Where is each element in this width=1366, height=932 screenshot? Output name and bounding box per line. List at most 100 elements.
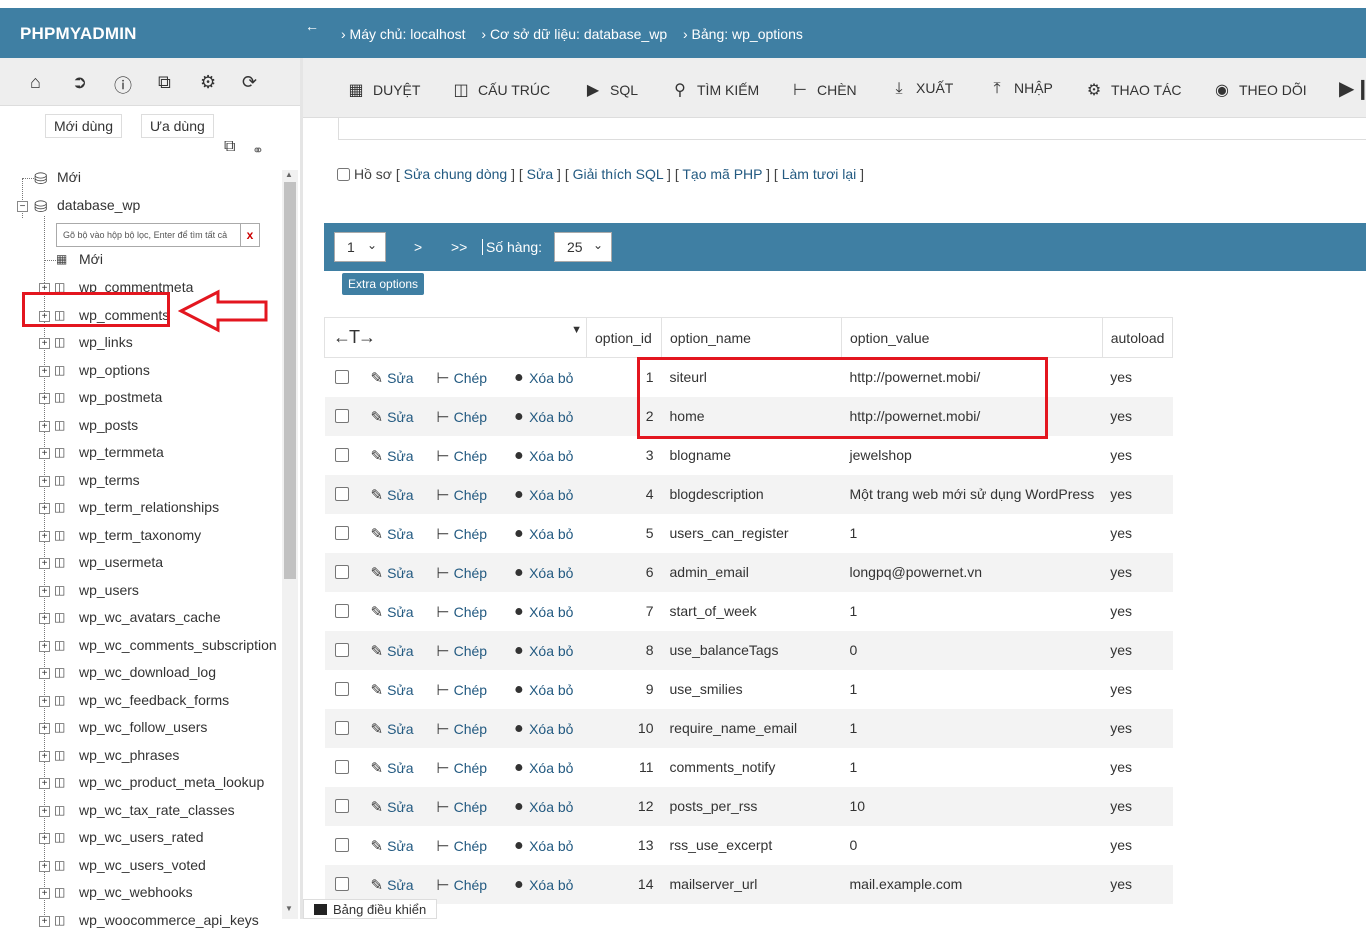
recent-tables-button[interactable]: Mới dùng bbox=[45, 114, 122, 138]
row-checkbox[interactable] bbox=[334, 720, 349, 735]
edit-row-button[interactable]: ✎ Sửa bbox=[371, 564, 414, 582]
cell-autoload[interactable]: yes bbox=[1102, 552, 1173, 592]
scroll-thumb[interactable] bbox=[284, 182, 296, 579]
copy-row-button[interactable]: ⊢ Chép bbox=[437, 759, 488, 777]
cell-option-value[interactable]: 0 bbox=[841, 630, 1103, 670]
row-checkbox[interactable] bbox=[334, 837, 349, 852]
copy-row-button[interactable]: ⊢ Chép bbox=[437, 369, 488, 387]
edit-row-button[interactable]: ✎ Sửa bbox=[371, 642, 414, 660]
cell-option-id[interactable]: 9 bbox=[587, 670, 662, 709]
docs-icon[interactable]: ⧉ bbox=[158, 72, 171, 93]
arrow-left-icon[interactable]: ← bbox=[305, 18, 319, 34]
tab-xuất[interactable]: ⤓ XUẤT bbox=[888, 80, 953, 98]
cell-option-id[interactable]: 12 bbox=[586, 786, 662, 826]
tab-cấu-trúc[interactable]: ◫ CẤU TRÚC bbox=[450, 80, 550, 100]
cell-autoload[interactable]: yes bbox=[1102, 358, 1173, 397]
edit-row-button[interactable]: ✎ Sửa bbox=[371, 369, 414, 387]
copy-row-button[interactable]: ⊢ Chép bbox=[437, 798, 488, 816]
query-link-2[interactable]: Giải thích SQL bbox=[573, 166, 664, 182]
expand-icon[interactable]: + bbox=[39, 530, 50, 542]
delete-row-button[interactable]: ⚫ Xóa bỏ bbox=[513, 681, 574, 699]
edit-row-button[interactable]: ✎ Sửa bbox=[371, 876, 414, 894]
tab-sql[interactable]: ▶ SQL bbox=[582, 80, 638, 100]
cell-option-name[interactable]: require_name_email bbox=[661, 708, 842, 748]
cell-option-value[interactable]: 0 bbox=[842, 826, 1103, 865]
delete-row-button[interactable]: ⚫ Xóa bỏ bbox=[513, 564, 574, 582]
cell-option-name[interactable]: blogname bbox=[662, 436, 842, 475]
expand-icon[interactable]: + bbox=[39, 888, 50, 899]
cell-option-id[interactable]: 7 bbox=[587, 592, 662, 631]
expand-icon[interactable]: + bbox=[39, 640, 50, 652]
query-link-0[interactable]: Sửa chung dòng bbox=[404, 166, 508, 182]
cell-option-name[interactable]: rss_use_excerpt bbox=[662, 826, 842, 865]
expand-icon[interactable]: + bbox=[39, 695, 50, 707]
copy-row-button[interactable]: ⊢ Chép bbox=[437, 603, 488, 621]
favorite-tables-button[interactable]: Ưa dùng bbox=[141, 114, 214, 138]
copy-row-button[interactable]: ⊢ Chép bbox=[437, 447, 488, 465]
expand-icon[interactable]: + bbox=[39, 833, 50, 844]
copy-row-button[interactable]: ⊢ Chép bbox=[437, 837, 488, 855]
cell-option-name[interactable]: mailserver_url bbox=[661, 864, 842, 904]
query-link-1[interactable]: Sửa bbox=[527, 166, 554, 182]
breadcrumb-table[interactable]: › Bảng: wp_options bbox=[683, 26, 803, 42]
expand-icon[interactable]: + bbox=[39, 503, 50, 514]
next-page-button[interactable]: > bbox=[414, 239, 422, 255]
more-tabs-icon[interactable]: ▶❙ bbox=[1339, 76, 1366, 101]
cell-option-value[interactable]: 1 bbox=[842, 670, 1103, 709]
expand-icon[interactable]: + bbox=[39, 778, 50, 789]
cell-autoload[interactable]: yes bbox=[1102, 786, 1173, 826]
cell-option-name[interactable]: use_smilies bbox=[662, 670, 842, 709]
query-link-4[interactable]: Làm tươi lại bbox=[782, 166, 857, 182]
cell-option-value[interactable]: longpq@powernet.vn bbox=[841, 552, 1103, 592]
app-logo[interactable]: PHPMYADMIN bbox=[0, 8, 301, 58]
expand-icon[interactable]: + bbox=[39, 613, 50, 624]
row-checkbox[interactable] bbox=[334, 603, 349, 618]
cell-option-id[interactable]: 8 bbox=[586, 630, 662, 670]
column-toggle-header[interactable]: ←T→ ▼ bbox=[324, 317, 587, 358]
cell-option-name[interactable]: posts_per_rss bbox=[661, 786, 842, 826]
row-checkbox[interactable] bbox=[334, 564, 349, 579]
column-resize-icon[interactable]: ←T→ bbox=[333, 327, 376, 347]
expand-icon[interactable]: + bbox=[39, 585, 50, 597]
copy-row-button[interactable]: ⊢ Chép bbox=[437, 564, 488, 582]
expand-icon[interactable]: + bbox=[39, 338, 50, 349]
column-header-autoload[interactable]: autoload bbox=[1101, 317, 1174, 358]
delete-row-button[interactable]: ⚫ Xóa bỏ bbox=[513, 876, 574, 894]
cell-option-value[interactable]: 1 bbox=[842, 592, 1103, 631]
copy-row-button[interactable]: ⊢ Chép bbox=[437, 681, 488, 699]
row-checkbox[interactable] bbox=[334, 681, 349, 696]
edit-row-button[interactable]: ✎ Sửa bbox=[371, 720, 414, 738]
reload-icon[interactable]: ⟳ bbox=[242, 72, 257, 93]
row-checkbox[interactable] bbox=[334, 642, 349, 657]
row-checkbox[interactable] bbox=[334, 408, 349, 423]
cell-autoload[interactable]: yes bbox=[1102, 826, 1173, 865]
extra-options-button[interactable]: Extra options bbox=[342, 273, 425, 295]
expand-icon[interactable]: + bbox=[39, 915, 50, 927]
copy-row-button[interactable]: ⊢ Chép bbox=[437, 876, 488, 894]
cell-option-id[interactable]: 5 bbox=[587, 514, 662, 553]
panel-divider[interactable] bbox=[300, 58, 303, 919]
tab-nhập[interactable]: ⤒ NHẬP bbox=[986, 80, 1052, 98]
tab-chèn[interactable]: ⊢ CHÈN bbox=[789, 80, 857, 100]
cell-option-value[interactable]: Một trang web mới sử dụng WordPress bbox=[841, 474, 1103, 514]
page-select[interactable]: 1 ⌄ bbox=[334, 232, 386, 262]
table-filter-input[interactable]: Gõ bộ vào hộp bộ lọc, Enter để tìm tất c… bbox=[56, 223, 260, 247]
cell-autoload[interactable]: yes bbox=[1102, 514, 1173, 553]
tab-tìm-kiếm[interactable]: ⚲ TÌM KIẾM bbox=[669, 80, 759, 100]
tab-duyệt[interactable]: ▦ DUYỆT bbox=[345, 80, 420, 100]
edit-row-button[interactable]: ✎ Sửa bbox=[371, 408, 414, 426]
cell-option-value[interactable]: jewelshop bbox=[842, 436, 1103, 475]
collapse-icon[interactable]: − bbox=[17, 201, 28, 212]
delete-row-button[interactable]: ⚫ Xóa bỏ bbox=[513, 798, 574, 816]
copy-row-button[interactable]: ⊢ Chép bbox=[437, 642, 488, 660]
query-link-3[interactable]: Tạo mã PHP bbox=[682, 166, 762, 182]
collapse-all-icon[interactable]: ⧉ bbox=[224, 138, 235, 156]
cell-option-id[interactable]: 3 bbox=[587, 436, 662, 475]
delete-row-button[interactable]: ⚫ Xóa bỏ bbox=[513, 408, 574, 426]
link-icon[interactable]: ⚭ bbox=[252, 142, 264, 159]
cell-option-id[interactable]: 13 bbox=[587, 826, 662, 865]
column-header-option-value[interactable]: option_value bbox=[841, 317, 1103, 358]
row-checkbox[interactable] bbox=[334, 525, 349, 540]
expand-icon[interactable]: + bbox=[39, 558, 50, 569]
row-checkbox[interactable] bbox=[334, 486, 349, 501]
